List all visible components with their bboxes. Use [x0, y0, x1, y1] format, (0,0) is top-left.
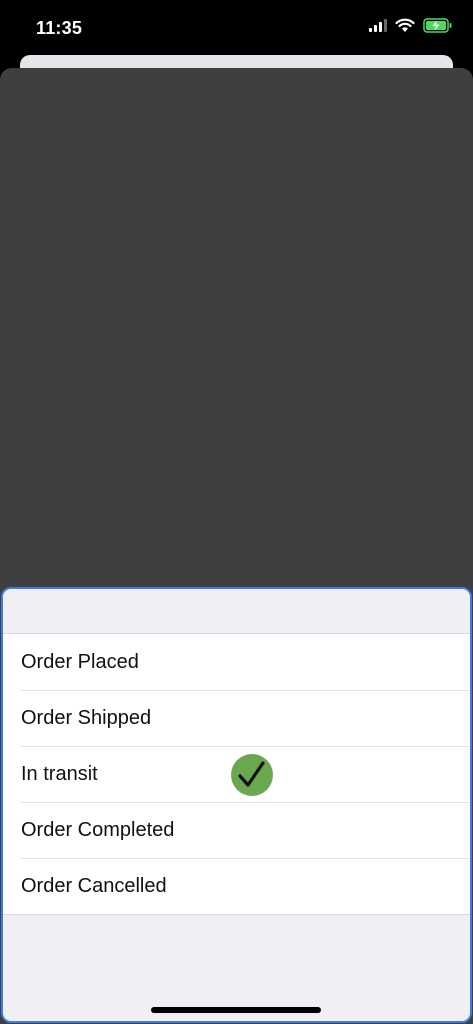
order-status-sheet: Order Placed Order Shipped In transit Or… — [1, 587, 472, 1023]
screen: 11:35 Order Placed Order Shipped In tran… — [0, 0, 473, 1024]
option-label: Order Completed — [21, 818, 175, 841]
home-indicator[interactable] — [151, 1007, 321, 1013]
status-time: 11:35 — [36, 18, 83, 38]
option-label: Order Cancelled — [21, 874, 167, 897]
option-order-shipped[interactable]: Order Shipped — [3, 690, 470, 746]
wifi-icon — [395, 18, 415, 33]
cellular-signal-icon — [369, 19, 387, 32]
battery-charging-icon — [423, 18, 453, 33]
option-label: In transit — [21, 762, 98, 785]
option-order-completed[interactable]: Order Completed — [3, 802, 470, 858]
order-status-list: Order Placed Order Shipped In transit Or… — [3, 633, 470, 915]
status-bar: 11:35 — [0, 0, 473, 56]
sheet-header — [3, 589, 470, 633]
option-label: Order Shipped — [21, 706, 152, 729]
option-order-placed[interactable]: Order Placed — [3, 634, 470, 690]
option-label: Order Placed — [21, 650, 139, 673]
status-icons — [369, 18, 453, 33]
option-in-transit[interactable]: In transit — [3, 746, 470, 802]
checkmark-circle-icon — [231, 754, 273, 796]
option-order-cancelled[interactable]: Order Cancelled — [3, 858, 470, 914]
